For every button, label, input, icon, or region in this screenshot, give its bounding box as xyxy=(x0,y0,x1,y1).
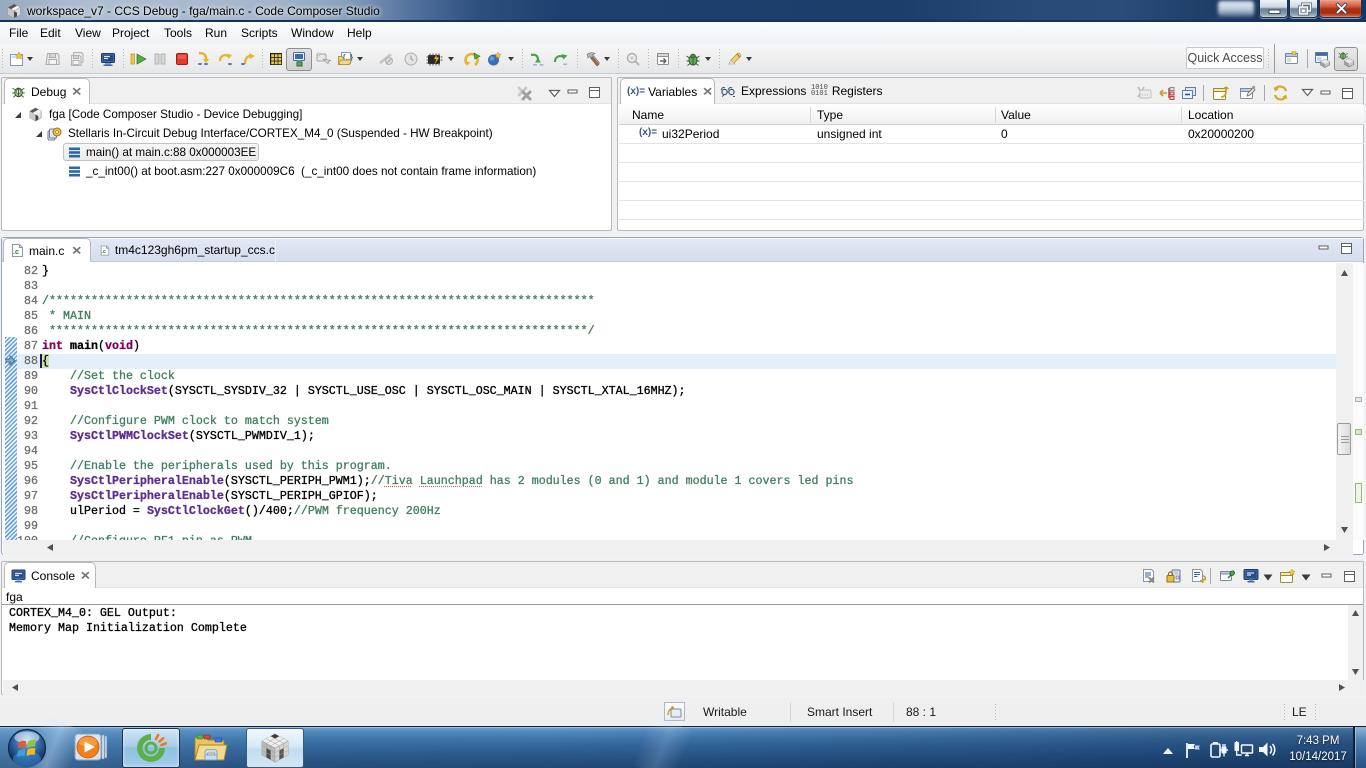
svg-text:.c: .c xyxy=(102,249,106,255)
svg-text:.c: .c xyxy=(13,249,19,256)
